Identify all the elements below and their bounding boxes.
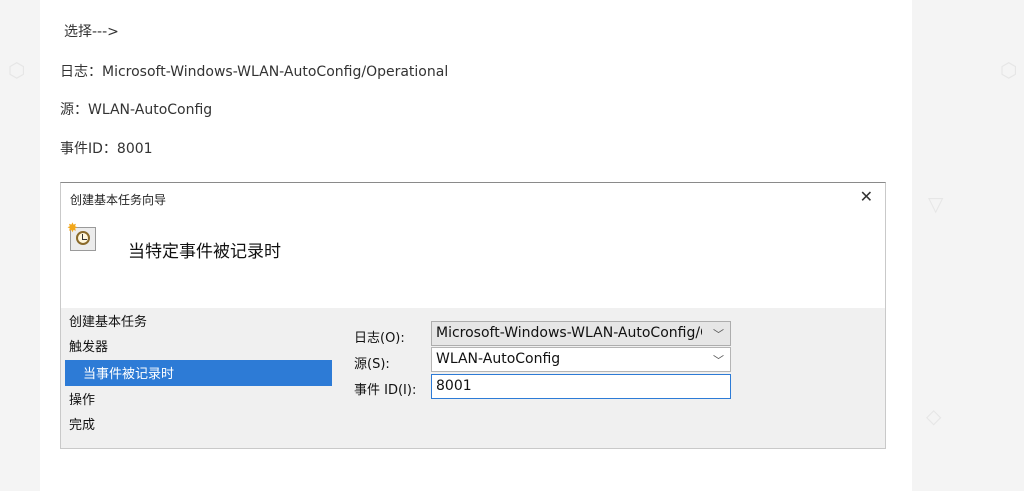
scheduled-task-clock-icon: ✸ bbox=[67, 221, 96, 251]
nav-item-trigger[interactable]: 触发器 bbox=[69, 336, 108, 355]
chevron-down-icon: ﹀ bbox=[713, 354, 724, 367]
hexagon-decoration-icon: ⬡ bbox=[8, 58, 26, 82]
article-line-source: 源：WLAN-AutoConfig bbox=[60, 102, 213, 118]
nav-item-action[interactable]: 操作 bbox=[69, 389, 95, 408]
create-basic-task-wizard: 创建基本任务向导 ✕ ✸ 当特定事件被记录时 创建基本任务 触发器 当事件被记录… bbox=[60, 182, 886, 449]
article-line-select: 选择---> bbox=[64, 24, 119, 40]
article-line-log: 日志：Microsoft-Windows-WLAN-AutoConfig/Ope… bbox=[60, 64, 449, 80]
diamond-decoration-icon: ◇ bbox=[926, 404, 942, 428]
log-select[interactable]: Microsoft-Windows-WLAN-AutoConfig/C ﹀ bbox=[431, 321, 731, 346]
nav-item-finish[interactable]: 完成 bbox=[69, 414, 95, 433]
source-select[interactable]: WLAN-AutoConfig ﹀ bbox=[431, 347, 731, 372]
dialog-title: 创建基本任务向导 bbox=[70, 193, 167, 207]
log-select-value: Microsoft-Windows-WLAN-AutoConfig/C bbox=[436, 325, 702, 341]
log-label: 日志(O): bbox=[354, 331, 405, 346]
dialog-heading: 当特定事件被记录时 bbox=[128, 242, 281, 262]
wizard-body: 创建基本任务 触发器 当事件被记录时 操作 完成 日志(O): Microsof… bbox=[61, 308, 885, 448]
event-id-value: 8001 bbox=[436, 378, 472, 394]
source-select-value: WLAN-AutoConfig bbox=[436, 351, 561, 367]
nav-item-create-basic-task[interactable]: 创建基本任务 bbox=[69, 311, 147, 330]
close-icon[interactable]: ✕ bbox=[860, 187, 873, 206]
nav-item-when-event-logged[interactable]: 当事件被记录时 bbox=[65, 360, 332, 386]
event-id-input[interactable]: 8001 bbox=[431, 374, 731, 399]
hexagon-decoration-icon: ⬡ bbox=[1000, 58, 1018, 82]
source-label: 源(S): bbox=[354, 357, 390, 372]
chevron-down-icon: ﹀ bbox=[713, 328, 724, 341]
event-id-label: 事件 ID(I): bbox=[354, 383, 417, 398]
article-content: 选择---> 日志：Microsoft-Windows-WLAN-AutoCon… bbox=[40, 0, 912, 491]
triangle-decoration-icon: ▽ bbox=[928, 192, 944, 216]
article-line-event-id: 事件ID：8001 bbox=[60, 141, 153, 157]
